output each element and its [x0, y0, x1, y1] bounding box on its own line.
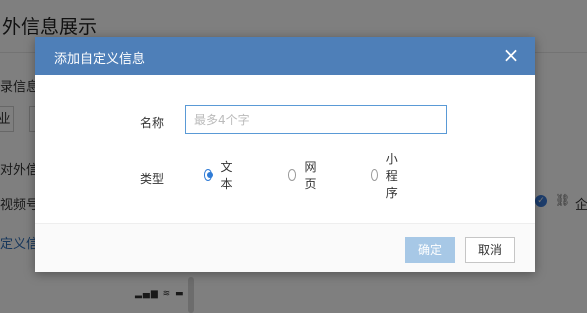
dialog-title: 添加自定义信息	[54, 52, 146, 67]
radio-label-miniprogram: 小程序	[385, 151, 398, 200]
cancel-button[interactable]: 取消	[465, 237, 515, 263]
name-input[interactable]	[185, 105, 447, 134]
radio-webpage[interactable]: 网页	[288, 160, 320, 191]
confirm-button[interactable]: 确定	[405, 237, 455, 263]
radio-label-webpage: 网页	[304, 160, 317, 191]
name-label: 名称	[140, 116, 165, 130]
radio-label-text: 文本	[220, 160, 233, 191]
add-custom-info-dialog: 添加自定义信息 × 名称 类型 文本 网页 小程序 确定 取消	[35, 37, 535, 272]
close-icon[interactable]: ×	[501, 45, 521, 65]
type-label: 类型	[140, 172, 165, 186]
radio-miniprogram[interactable]: 小程序	[371, 152, 403, 200]
radio-button[interactable]	[371, 169, 378, 181]
radio-button[interactable]	[288, 169, 297, 181]
dialog-header: 添加自定义信息 ×	[35, 37, 535, 75]
radio-text[interactable]: 文本	[204, 160, 236, 191]
dialog-footer: 确定 取消	[35, 223, 535, 272]
radio-button-checked[interactable]	[204, 169, 214, 181]
dialog-body: 名称 类型 文本 网页 小程序	[35, 75, 535, 223]
